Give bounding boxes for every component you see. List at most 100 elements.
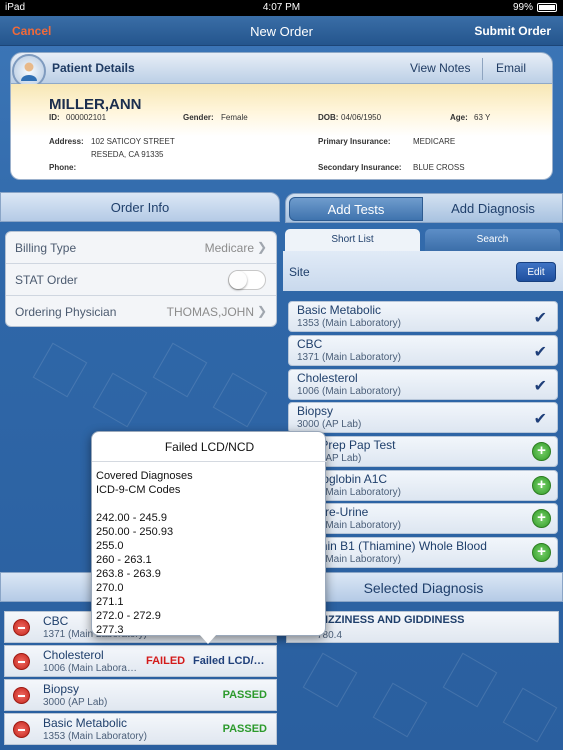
stat-order-toggle[interactable]	[228, 270, 266, 290]
ordering-physician-label: Ordering Physician	[15, 305, 117, 319]
order-info-list: Billing Type Medicare ❯ STAT Order Order…	[5, 231, 277, 327]
failed-lcd-link[interactable]: Failed LCD/…	[193, 655, 265, 667]
edit-button[interactable]: Edit	[516, 262, 556, 282]
test-row[interactable]: Vitamin B1 (Thiamine) Whole Blood 1400 (…	[288, 537, 558, 568]
tab-add-tests[interactable]: Add Tests	[289, 197, 423, 221]
failed-lcd-popover: Failed LCD/NCD Covered Diagnoses ICD-9-CM…	[91, 431, 327, 637]
nav-bar: Cancel New Order Submit Order	[0, 16, 563, 46]
popover-line: 277.3	[96, 624, 124, 636]
checkmark-icon: ✔	[533, 411, 547, 428]
address-label: Address:	[49, 137, 84, 146]
checkmark-icon: ✔	[533, 310, 547, 327]
patient-avatar-icon	[12, 54, 46, 88]
header-divider	[482, 58, 483, 80]
popover-body: Covered Diagnoses ICD-9-CM Codes 242.00 -…	[96, 469, 193, 637]
popover-line: Covered Diagnoses	[96, 470, 193, 482]
selected-test-row[interactable]: Basic Metabolic 1353 (Main Laboratory) P…	[4, 713, 277, 745]
test-row[interactable]: Hemoglobin A1C 1380 (Main Laboratory) +	[288, 470, 558, 501]
add-test-icon[interactable]: +	[532, 476, 551, 495]
stat-order-label: STAT Order	[15, 273, 78, 287]
test-row[interactable]: Basic Metabolic 1353 (Main Laboratory) ✔	[288, 301, 558, 332]
popover-line: 255.0	[96, 540, 124, 552]
dob-value: 04/06/1950	[341, 113, 382, 122]
checkmark-icon: ✔	[533, 344, 547, 361]
dob-label: DOB:	[318, 113, 339, 122]
test-code: 3000 (AP Lab)	[43, 697, 108, 708]
order-info-header: Order Info	[0, 192, 280, 222]
test-row[interactable]: Cholesterol 1006 (Main Laboratory) ✔	[288, 369, 558, 400]
billing-type-label: Billing Type	[15, 241, 77, 255]
address-line2: RESEDA, CA 91335	[91, 150, 164, 159]
add-test-icon[interactable]: +	[532, 509, 551, 528]
remove-icon[interactable]	[13, 653, 30, 670]
billing-type-row[interactable]: Billing Type Medicare ❯	[6, 232, 276, 264]
remove-icon[interactable]	[13, 619, 30, 636]
tab-search[interactable]: Search	[425, 229, 560, 251]
popover-line: 271.1	[96, 596, 124, 608]
test-row[interactable]: CBC 1371 (Main Laboratory) ✔	[288, 335, 558, 366]
test-name: Biopsy	[297, 404, 334, 418]
site-label: Site	[289, 265, 310, 279]
chevron-right-icon: ❯	[256, 304, 267, 318]
test-row[interactable]: ThinPrep Pap Test 3001 (AP Lab) +	[288, 436, 558, 467]
test-code: 1353 (Main Laboratory)	[43, 731, 147, 742]
passed-status: PASSED	[222, 689, 267, 701]
tab-short-list[interactable]: Short List	[285, 229, 420, 251]
popover-line: ICD-9-CM Codes	[96, 484, 181, 496]
popover-line: 250.00 - 250.93	[96, 526, 174, 538]
id-label: ID:	[49, 113, 60, 122]
test-code: 1006 (Main Labora…	[43, 663, 137, 674]
age-value: 63 Y	[474, 113, 491, 122]
popover-line: 260 - 263.1	[96, 554, 152, 566]
test-code: 1371 (Main Laboratory)	[297, 352, 401, 363]
passed-status: PASSED	[222, 723, 267, 735]
test-name: Basic Metabolic	[43, 716, 128, 730]
secondary-insurance-label: Secondary Insurance:	[318, 163, 402, 172]
test-name: CBC	[43, 614, 69, 628]
diagnosis-name: DIZZINESS AND GIDDINESS	[317, 614, 465, 626]
test-name: Basic Metabolic	[297, 303, 382, 317]
ordering-physician-value: THOMAS,JOHN	[166, 305, 254, 319]
remove-icon[interactable]	[13, 721, 30, 738]
tab-add-diagnosis[interactable]: Add Diagnosis	[426, 197, 560, 221]
test-name: Cholesterol	[43, 648, 104, 662]
view-notes-button[interactable]: View Notes	[410, 61, 470, 75]
popover-line: 263.8 - 263.9	[96, 568, 161, 580]
remove-icon[interactable]	[13, 687, 30, 704]
selected-test-row[interactable]: Cholesterol 1006 (Main Labora… FAILED Fa…	[4, 645, 277, 677]
right-panel-tabs: Add Tests Add Diagnosis	[285, 193, 563, 223]
test-row[interactable]: Culture-Urine 1390 (Main Laboratory) +	[288, 503, 558, 534]
billing-type-value: Medicare	[204, 241, 254, 255]
test-code: 3000 (AP Lab)	[297, 419, 362, 430]
status-bar: iPad 4:07 PM 99%	[0, 0, 563, 16]
age-label: Age:	[450, 113, 468, 122]
battery-percent: 99%	[512, 2, 533, 13]
id-value: 000002101	[66, 113, 107, 122]
ordering-physician-row[interactable]: Ordering Physician THOMAS,JOHN ❯	[6, 296, 276, 328]
primary-insurance-value: MEDICARE	[413, 137, 456, 146]
test-code: 1353 (Main Laboratory)	[297, 318, 401, 329]
battery-icon	[537, 3, 557, 12]
add-test-icon[interactable]: +	[532, 442, 551, 461]
submit-order-button[interactable]: Submit Order	[474, 24, 551, 38]
test-name: Cholesterol	[297, 371, 358, 385]
test-name: CBC	[297, 337, 323, 351]
gender-label: Gender:	[183, 113, 214, 122]
test-code: 1006 (Main Laboratory)	[297, 386, 401, 397]
gender-value: Female	[221, 113, 248, 122]
patient-name: MILLER,ANN	[49, 96, 142, 113]
checkmark-icon: ✔	[533, 378, 547, 395]
primary-insurance-label: Primary Insurance:	[318, 137, 391, 146]
address-line1: 102 SATICOY STREET	[91, 137, 175, 146]
popover-line: 272.0 - 272.9	[96, 610, 161, 622]
email-button[interactable]: Email	[496, 61, 526, 75]
test-row[interactable]: Biopsy 3000 (AP Lab) ✔	[288, 402, 558, 433]
popover-arrow	[199, 634, 217, 644]
stat-order-row: STAT Order	[6, 264, 276, 296]
toggle-knob	[229, 271, 247, 289]
selected-diagnosis-row[interactable]: DIZZINESS AND GIDDINESS 780.4	[286, 611, 559, 643]
popover-line: 270.0	[96, 582, 124, 594]
failed-status: FAILED	[146, 655, 186, 667]
selected-test-row[interactable]: Biopsy 3000 (AP Lab) PASSED	[4, 679, 277, 711]
add-test-icon[interactable]: +	[532, 543, 551, 562]
